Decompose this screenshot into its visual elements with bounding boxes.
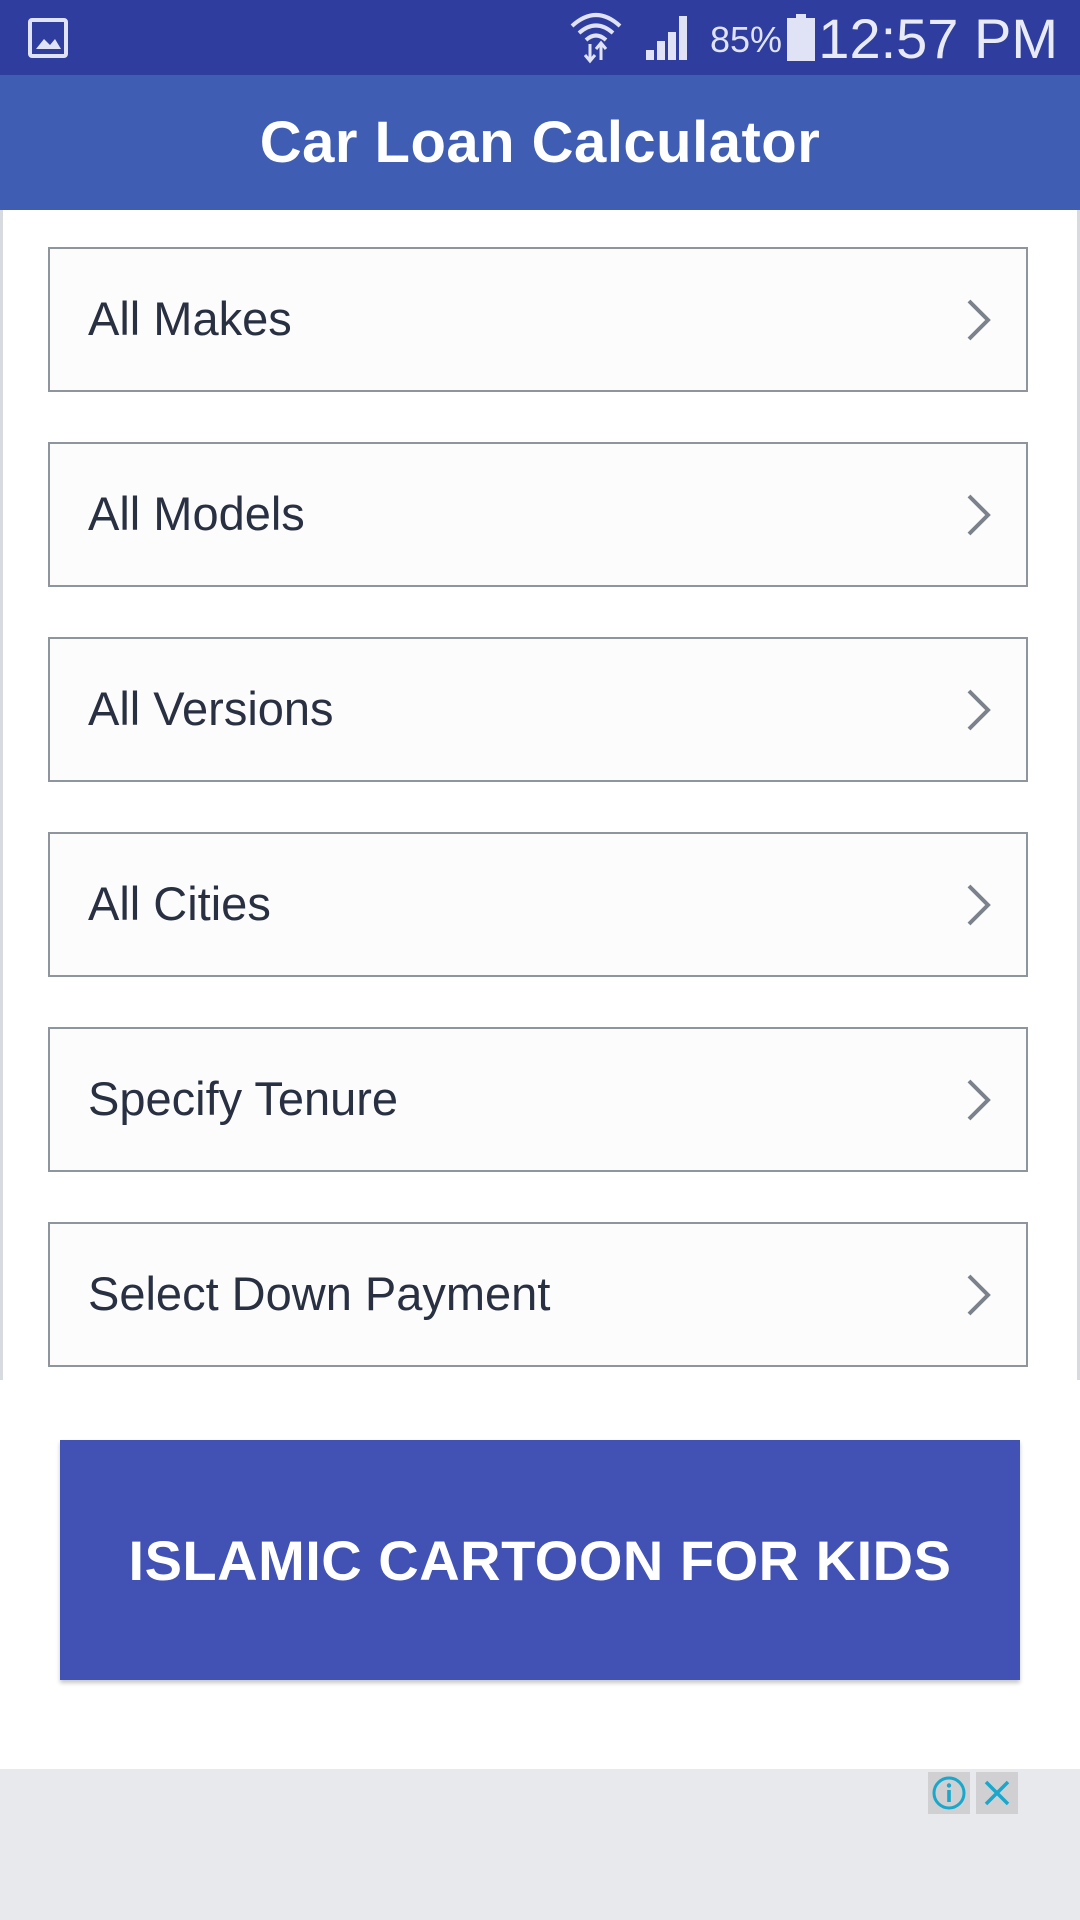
model-selector[interactable]: All Models: [48, 442, 1028, 587]
chevron-right-icon: [967, 689, 991, 731]
status-time: 12:57 PM: [818, 7, 1058, 70]
ad-info-icon: [932, 1776, 966, 1810]
status-bar: 85% 12:57 PM: [0, 0, 1080, 75]
city-selector[interactable]: All Cities: [48, 832, 1028, 977]
chevron-right-icon: [967, 494, 991, 536]
tenure-selector-label: Specify Tenure: [88, 1072, 399, 1125]
battery-percent: 85%: [710, 19, 783, 60]
wifi-icon: [570, 13, 622, 64]
down-payment-selector[interactable]: Select Down Payment: [48, 1222, 1028, 1367]
make-selector[interactable]: All Makes: [48, 247, 1028, 392]
promo-button-label: ISLAMIC CARTOON FOR KIDS: [128, 1528, 952, 1592]
chevron-right-icon: [967, 884, 991, 926]
city-selector-label: All Cities: [88, 877, 271, 930]
ad-close-icon: [984, 1780, 1010, 1806]
promo-button[interactable]: ISLAMIC CARTOON FOR KIDS: [60, 1440, 1020, 1680]
ad-info-button[interactable]: [928, 1772, 970, 1814]
version-selector[interactable]: All Versions: [48, 637, 1028, 782]
tenure-selector[interactable]: Specify Tenure: [48, 1027, 1028, 1172]
app-header: Car Loan Calculator: [0, 75, 1080, 210]
page-title: Car Loan Calculator: [259, 110, 821, 175]
chevron-right-icon: [967, 1079, 991, 1121]
ad-close-button[interactable]: [976, 1772, 1018, 1814]
down-payment-selector-label: Select Down Payment: [88, 1267, 551, 1320]
gallery-icon: [28, 18, 68, 58]
version-selector-label: All Versions: [88, 682, 334, 735]
signal-icon: [646, 16, 687, 60]
model-selector-label: All Models: [88, 487, 305, 540]
ad-banner[interactable]: [0, 1769, 1080, 1920]
make-selector-label: All Makes: [88, 292, 292, 345]
form-left-edge: [0, 210, 3, 1380]
chevron-right-icon: [967, 1274, 991, 1316]
battery-icon: [787, 14, 815, 61]
chevron-right-icon: [967, 299, 991, 341]
